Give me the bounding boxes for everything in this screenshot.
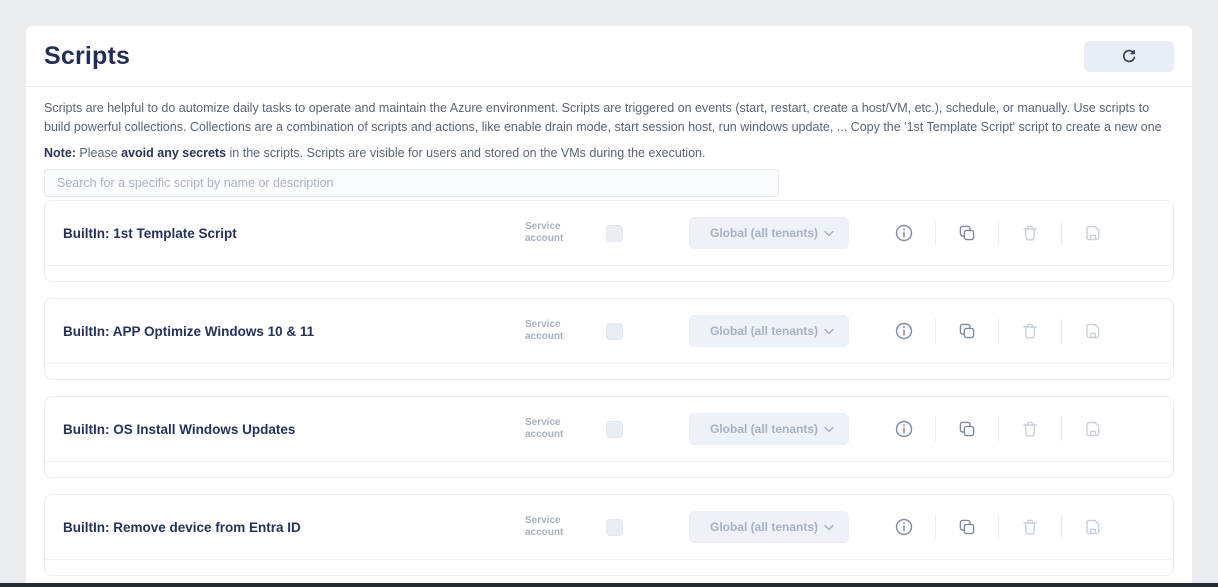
save-button[interactable] [1082, 320, 1104, 342]
row-actions [893, 515, 1104, 539]
panel-header: Scripts [26, 26, 1192, 87]
info-icon [894, 321, 914, 341]
service-account-label: Service account [525, 417, 575, 441]
scripts-list: BuiltIn: 1st Template Script Service acc… [44, 200, 1174, 576]
row-footer [45, 462, 1173, 477]
save-button[interactable] [1082, 222, 1104, 244]
row-footer [45, 266, 1173, 281]
divider [998, 319, 999, 343]
divider [935, 319, 936, 343]
save-button[interactable] [1082, 418, 1104, 440]
divider [935, 221, 936, 245]
info-button[interactable] [893, 418, 915, 440]
script-name: BuiltIn: 1st Template Script [63, 226, 525, 241]
divider [998, 417, 999, 441]
delete-button[interactable] [1019, 418, 1041, 440]
chevron-down-icon [824, 230, 834, 237]
service-account-label: Service account [525, 221, 575, 245]
divider [935, 515, 936, 539]
trash-icon [1020, 223, 1040, 243]
script-name: BuiltIn: Remove device from Entra ID [63, 520, 525, 535]
service-account-checkbox[interactable] [606, 421, 623, 438]
secrets-note: Note: Please avoid any secrets in the sc… [44, 144, 1174, 163]
duplicate-icon [957, 223, 977, 243]
info-icon [894, 517, 914, 537]
service-account-checkbox[interactable] [606, 323, 623, 340]
info-button[interactable] [893, 516, 915, 538]
save-icon [1083, 517, 1103, 537]
script-row: BuiltIn: OS Install Windows Updates Serv… [44, 396, 1174, 478]
service-account-checkbox[interactable] [606, 225, 623, 242]
scope-dropdown[interactable]: Global (all tenants) [689, 413, 849, 445]
script-name: BuiltIn: APP Optimize Windows 10 & 11 [63, 324, 525, 339]
chevron-down-icon [824, 328, 834, 335]
divider [1061, 319, 1062, 343]
duplicate-icon [957, 419, 977, 439]
divider [1061, 417, 1062, 441]
chevron-down-icon [824, 524, 834, 531]
refresh-button[interactable] [1084, 41, 1174, 72]
info-icon [894, 419, 914, 439]
panel-body: Scripts are helpful to do automize daily… [26, 87, 1192, 576]
scope-dropdown[interactable]: Global (all tenants) [689, 511, 849, 543]
trash-icon [1020, 517, 1040, 537]
script-row: BuiltIn: APP Optimize Windows 10 & 11 Se… [44, 298, 1174, 380]
info-button[interactable] [893, 320, 915, 342]
save-icon [1083, 419, 1103, 439]
window-bottom-edge [0, 583, 1218, 587]
chevron-down-icon [824, 426, 834, 433]
delete-button[interactable] [1019, 320, 1041, 342]
divider [1061, 515, 1062, 539]
delete-button[interactable] [1019, 222, 1041, 244]
divider [998, 515, 999, 539]
scope-dropdown[interactable]: Global (all tenants) [689, 315, 849, 347]
row-actions [893, 319, 1104, 343]
search-input[interactable] [44, 169, 779, 197]
duplicate-button[interactable] [956, 320, 978, 342]
page-title: Scripts [44, 42, 130, 71]
script-row: BuiltIn: Remove device from Entra ID Ser… [44, 494, 1174, 576]
divider [998, 221, 999, 245]
save-button[interactable] [1082, 516, 1104, 538]
duplicate-icon [957, 517, 977, 537]
duplicate-icon [957, 321, 977, 341]
save-icon [1083, 223, 1103, 243]
scripts-panel: Scripts Scripts are helpful to do automi… [26, 26, 1192, 587]
script-name: BuiltIn: OS Install Windows Updates [63, 422, 525, 437]
row-footer [45, 364, 1173, 379]
service-account-label: Service account [525, 319, 575, 343]
divider [935, 417, 936, 441]
script-row: BuiltIn: 1st Template Script Service acc… [44, 200, 1174, 282]
scope-dropdown[interactable]: Global (all tenants) [689, 217, 849, 249]
duplicate-button[interactable] [956, 516, 978, 538]
service-account-checkbox[interactable] [606, 519, 623, 536]
trash-icon [1020, 419, 1040, 439]
refresh-icon [1121, 49, 1137, 65]
duplicate-button[interactable] [956, 222, 978, 244]
row-actions [893, 221, 1104, 245]
page-description: Scripts are helpful to do automize daily… [44, 99, 1174, 137]
info-button[interactable] [893, 222, 915, 244]
service-account-label: Service account [525, 515, 575, 539]
row-actions [893, 417, 1104, 441]
delete-button[interactable] [1019, 516, 1041, 538]
divider [1061, 221, 1062, 245]
info-icon [894, 223, 914, 243]
trash-icon [1020, 321, 1040, 341]
save-icon [1083, 321, 1103, 341]
duplicate-button[interactable] [956, 418, 978, 440]
row-footer [45, 560, 1173, 575]
